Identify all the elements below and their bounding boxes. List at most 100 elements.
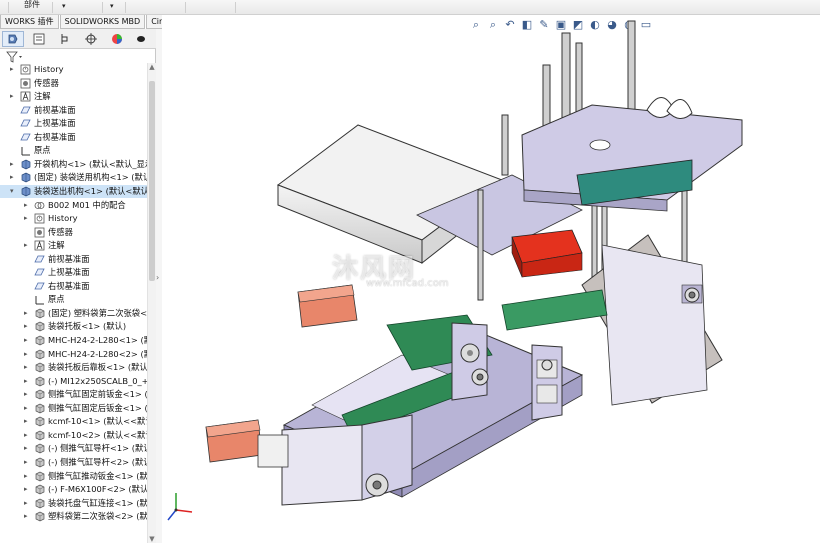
tree-item[interactable]: 传感器 <box>0 226 147 240</box>
expand-toggle-icon[interactable]: ▸ <box>24 363 30 371</box>
expand-toggle-icon[interactable]: ▸ <box>24 472 30 480</box>
tree-item[interactable]: ▸ 注解 <box>0 90 147 104</box>
feature-manager-tab-icon[interactable] <box>2 31 24 47</box>
scroll-thumb[interactable] <box>149 81 155 281</box>
part-icon <box>34 511 45 522</box>
dimxpert-manager-tab-icon[interactable] <box>80 31 102 47</box>
tab-addins[interactable]: WORKS 插件 <box>0 15 59 29</box>
tree-item[interactable]: ▸ History <box>0 63 147 77</box>
expand-toggle-icon[interactable]: ▸ <box>24 336 30 344</box>
tree-item[interactable]: ▸ 装袋托板后靠板<1> (默认<< <box>0 361 147 375</box>
expand-toggle-icon[interactable]: ▾ <box>10 187 16 195</box>
graphics-viewport[interactable]: ⌕⌕↶◧✎▣◩◐◕◍▭ <box>162 15 820 543</box>
ribbon-separator <box>185 2 186 13</box>
expand-toggle-icon[interactable]: ▸ <box>24 390 30 398</box>
expand-toggle-icon[interactable]: ▸ <box>24 431 30 439</box>
tree-item[interactable]: 原点 <box>0 144 147 158</box>
expand-toggle-icon[interactable]: ▸ <box>24 214 30 222</box>
tree-item[interactable]: ▸ MHC-H24-2-L280<2> (默认 <box>0 348 147 362</box>
tree-item-label: 原点 <box>34 145 51 156</box>
tree-item[interactable]: ▸ (固定) 装袋送用机构<1> (默认<默 <box>0 171 147 185</box>
tree-item[interactable]: 右视基准面 <box>0 131 147 145</box>
part-icon <box>34 457 45 468</box>
tree-item[interactable]: ▸ (固定) 塑料袋第二次张袋<1> <box>0 307 147 321</box>
tree-item[interactable]: ▸ kcmf-10<1> (默认<<默认>_ <box>0 415 147 429</box>
filter-icon[interactable] <box>6 51 26 63</box>
expand-toggle-icon[interactable]: ▸ <box>24 485 30 493</box>
expand-toggle-icon[interactable]: ▸ <box>10 65 16 73</box>
tree-item[interactable]: ▸ (-) 侧推气缸导杆<2> (默认< <box>0 456 147 470</box>
tree-item[interactable]: 原点 <box>0 293 147 307</box>
annotation-icon <box>34 240 45 251</box>
expand-toggle-icon <box>24 295 30 303</box>
expand-toggle-icon[interactable]: ▸ <box>24 241 30 249</box>
sensor-icon <box>34 227 45 238</box>
tree-item-label: 上视基准面 <box>34 118 76 129</box>
collapse-arrow-icon[interactable]: › <box>156 273 159 282</box>
extra-tab-icon[interactable] <box>130 31 152 47</box>
tree-item[interactable]: 前视基准面 <box>0 253 147 267</box>
scroll-up-icon[interactable]: ▲ <box>148 63 156 71</box>
expand-toggle-icon[interactable]: ▸ <box>24 512 30 520</box>
display-manager-tab-icon[interactable] <box>106 31 128 47</box>
tree-item[interactable]: ▸ 侧推气缸固定前钣金<1> (默认 <box>0 388 147 402</box>
tree-item-label: (-) F-M6X100F<2> (默认<< <box>48 484 147 495</box>
tree-item[interactable]: ▸ 塑料袋第二次张袋<2> (默认< <box>0 510 147 524</box>
ribbon-separator <box>125 2 126 13</box>
assembly-icon <box>20 172 31 183</box>
expand-toggle-icon[interactable]: ▸ <box>10 173 16 181</box>
tree-item[interactable]: ▸ MHC-H24-2-L280<1> (默认 <box>0 334 147 348</box>
history-icon <box>34 213 45 224</box>
tree-item[interactable]: ▸ 开袋机构<1> (默认<默认_显示状 <box>0 158 147 172</box>
expand-toggle-icon[interactable]: ▸ <box>24 377 30 385</box>
ribbon-components-label[interactable]: 部件 <box>24 0 40 14</box>
tree-item-label: 装袋送出机构<1> (默认<默认_显示 <box>34 185 147 196</box>
expand-toggle-icon[interactable]: ▸ <box>24 322 30 330</box>
expand-toggle-icon[interactable]: ▸ <box>24 404 30 412</box>
right-frame <box>601 244 708 406</box>
sensor-icon <box>20 78 31 89</box>
feature-manager-panel: ▸ History 传感器 ▸ 注解 前视基准面 上视基准面 右视基准面 原点 ▸ 开袋机构<1> … <box>0 29 156 543</box>
tree-item[interactable]: ▸ 侧推气缸推动钣金<1> (默认) <box>0 470 147 484</box>
tree-item[interactable]: ▸ 装袋托盘气缸连接<1> (默认< <box>0 497 147 511</box>
tree-item[interactable]: ▾ 装袋送出机构<1> (默认<默认_显示 <box>0 184 147 199</box>
expand-toggle-icon[interactable]: ▸ <box>10 92 16 100</box>
ribbon-separator <box>235 2 236 13</box>
expand-toggle-icon[interactable]: ▸ <box>24 417 30 425</box>
tree-item[interactable]: 右视基准面 <box>0 280 147 294</box>
expand-toggle-icon[interactable]: ▸ <box>24 309 30 317</box>
scroll-down-icon[interactable]: ▼ <box>148 535 156 543</box>
tree-item[interactable]: 前视基准面 <box>0 104 147 118</box>
tree-item-label: 装袋托盘气缸连接<1> (默认< <box>48 497 147 508</box>
expand-toggle-icon[interactable]: ▸ <box>24 499 30 507</box>
tree-scrollbar[interactable]: ▲ ▼ <box>147 63 156 543</box>
tree-item[interactable]: ▸ 侧推气缸固定后钣金<1> (默认 <box>0 402 147 416</box>
tree-item[interactable]: ▸ (-) 侧推气缸导杆<1> (默认< <box>0 442 147 456</box>
tab-solidworks-mbd[interactable]: SOLIDWORKS MBD <box>59 15 146 29</box>
ribbon-dropdown-icon[interactable]: ▾ <box>110 2 114 16</box>
mates-icon <box>34 200 45 211</box>
tree-item-label: MHC-H24-2-L280<2> (默认 <box>48 348 147 359</box>
tree-item[interactable]: ▸ 装袋托板<1> (默认) <box>0 320 147 334</box>
tree-item[interactable]: 传感器 <box>0 77 147 91</box>
configuration-manager-tab-icon[interactable] <box>54 31 76 47</box>
expand-toggle-icon[interactable]: ▸ <box>24 458 30 466</box>
tree-item[interactable]: ▸ kcmf-10<2> (默认<<默认>_ <box>0 429 147 443</box>
plane-icon <box>20 118 31 129</box>
ribbon-dropdown-icon[interactable]: ▾ <box>62 2 66 16</box>
property-manager-tab-icon[interactable] <box>28 31 50 47</box>
tree-item[interactable]: ▸ (-) MI12x250SCALB_0_+_CS <box>0 375 147 389</box>
tree-item[interactable]: ▸ 注解 <box>0 239 147 253</box>
tree-item[interactable]: 上视基准面 <box>0 117 147 131</box>
expand-toggle-icon[interactable]: ▸ <box>24 350 30 358</box>
expand-toggle-icon <box>10 106 16 114</box>
tree-item-label: 侧推气缸固定后钣金<1> (默认 <box>48 402 147 413</box>
tree-item[interactable]: 上视基准面 <box>0 266 147 280</box>
tree-item[interactable]: ▸ (-) F-M6X100F<2> (默认<< <box>0 483 147 497</box>
expand-toggle-icon[interactable]: ▸ <box>24 201 30 209</box>
tree-item-label: 注解 <box>48 240 65 251</box>
expand-toggle-icon[interactable]: ▸ <box>10 160 16 168</box>
tree-item[interactable]: ▸ History <box>0 212 147 226</box>
expand-toggle-icon[interactable]: ▸ <box>24 444 30 452</box>
tree-item[interactable]: ▸ B002 M01 中的配合 <box>0 199 147 213</box>
